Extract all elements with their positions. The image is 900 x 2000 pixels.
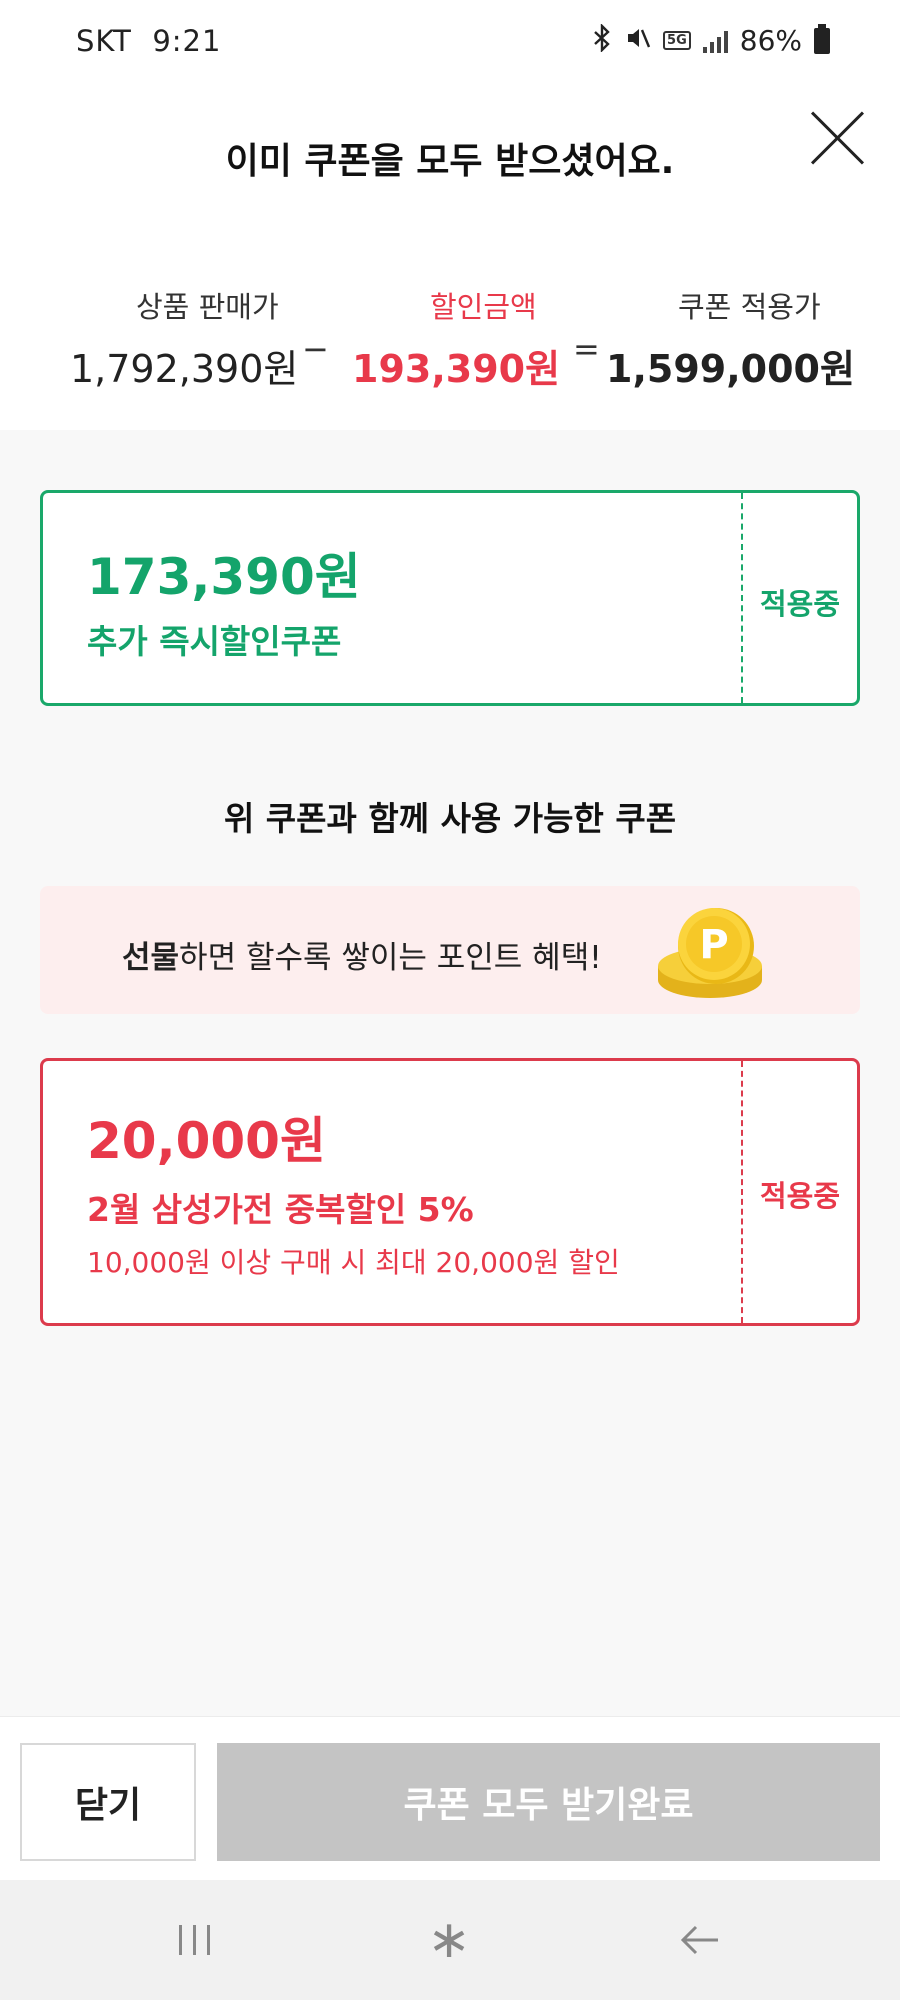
product-price-label: 상품 판매가 xyxy=(136,290,279,324)
network-5g-icon: 5G xyxy=(663,31,691,50)
coupon-content: 173,390원 추가 즉시할인쿠폰 적용중 위 쿠폰과 함께 사용 가능한 쿠… xyxy=(0,430,900,1716)
page-title: 이미 쿠폰을 모두 받으셨어요. xyxy=(225,141,675,182)
status-left: SKT 9:21 xyxy=(76,24,221,58)
recent-apps-icon[interactable] xyxy=(155,1910,235,1970)
coupon-name: 2월 삼성가전 중복할인 5% xyxy=(87,1190,474,1229)
discount-amount: 193,390원 xyxy=(352,347,561,391)
price-summary: 상품 판매가 할인금액 쿠폰 적용가 1,792,390원 − 193,390원… xyxy=(0,208,900,430)
coupon-description: 10,000원 이상 구매 시 최대 20,000원 할인 xyxy=(87,1246,620,1279)
product-price: 1,792,390원 xyxy=(70,347,299,391)
back-icon[interactable] xyxy=(660,1910,740,1970)
battery-icon xyxy=(814,23,830,54)
home-icon[interactable]: ∗ xyxy=(409,1910,489,1970)
coupon-card-instant[interactable]: 173,390원 추가 즉시할인쿠폰 적용중 xyxy=(40,490,860,706)
coupon-status-badge: 적용중 xyxy=(759,1179,841,1213)
clock: 9:21 xyxy=(152,24,222,58)
bluetooth-icon xyxy=(591,23,613,57)
coupon-status-badge: 적용중 xyxy=(759,587,841,621)
get-all-coupons-button[interactable]: 쿠폰 모두 받기완료 xyxy=(217,1743,880,1861)
banner-bold-text: 선물 xyxy=(122,940,180,976)
signal-icon xyxy=(702,29,728,53)
system-nav-bar: ∗ xyxy=(0,1880,900,2000)
section-title: 위 쿠폰과 함께 사용 가능한 쿠폰 xyxy=(223,799,677,838)
final-price: 1,599,000원 xyxy=(606,347,855,391)
header: 이미 쿠폰을 모두 받으셨어요. xyxy=(0,88,900,208)
final-price-label: 쿠폰 적용가 xyxy=(678,290,821,324)
battery-percent: 86% xyxy=(739,24,802,57)
status-bar: SKT 9:21 5G 86% xyxy=(0,0,900,88)
point-coin-icon: P xyxy=(652,904,772,1004)
equals-sign: = xyxy=(573,330,600,368)
coupon-card-samsung[interactable]: 20,000원 2월 삼성가전 중복할인 5% 10,000원 이상 구매 시 … xyxy=(40,1058,860,1326)
discount-label: 할인금액 xyxy=(430,290,537,324)
coupon-amount: 173,390원 xyxy=(87,548,361,606)
carrier-label: SKT xyxy=(76,24,132,58)
bottom-action-bar: 닫기 쿠폰 모두 받기완료 xyxy=(0,1716,900,1880)
gift-point-banner[interactable]: 선물하면 할수록 쌓이는 포인트 혜택! P xyxy=(40,886,860,1014)
close-button[interactable]: 닫기 xyxy=(20,1743,196,1861)
banner-rest-text: 하면 할수록 쌓이는 포인트 혜택! xyxy=(179,940,602,976)
coin-letter: P xyxy=(699,922,728,968)
mute-icon xyxy=(625,25,651,56)
coupon-amount: 20,000원 xyxy=(87,1112,326,1170)
close-icon[interactable] xyxy=(808,108,868,168)
coupon-screen: SKT 9:21 5G 86% 이미 쿠폰을 모두 받으셨어요. 상품 판매가 … xyxy=(0,0,900,2000)
minus-sign: − xyxy=(302,330,329,368)
coupon-name: 추가 즉시할인쿠폰 xyxy=(87,622,342,661)
banner-text: 선물하면 할수록 쌓이는 포인트 혜택! xyxy=(122,932,602,977)
status-right: 5G 86% xyxy=(591,23,830,57)
